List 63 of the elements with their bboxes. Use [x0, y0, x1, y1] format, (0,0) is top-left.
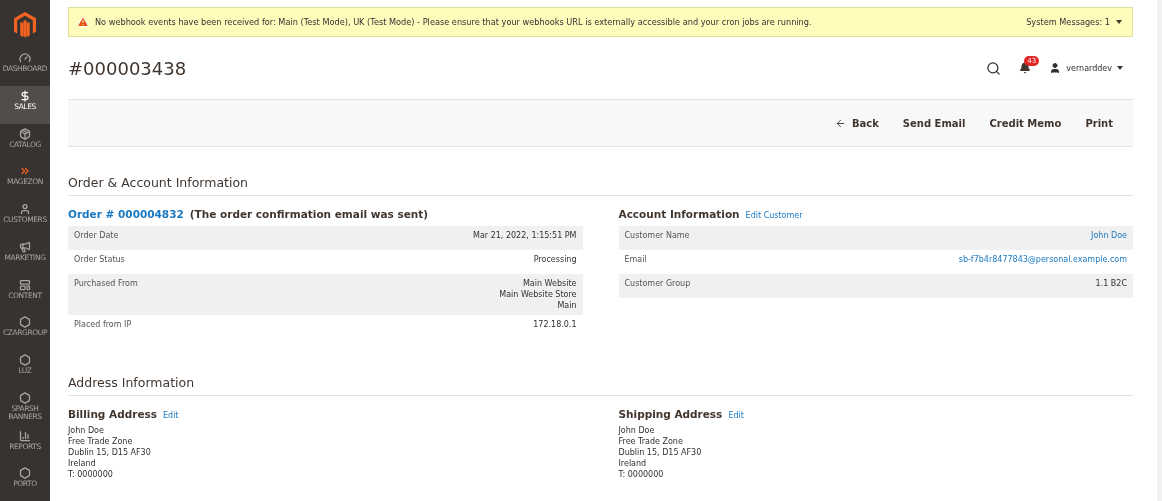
- address-line: Ireland: [618, 459, 648, 468]
- info-link[interactable]: sb-f7b4r8477843@personal.example.com: [958, 255, 1127, 264]
- gauge-icon: [19, 52, 31, 64]
- edit-link[interactable]: Edit: [163, 411, 179, 420]
- info-value: Mar 21, 2022, 1:15:51 PM: [473, 231, 577, 240]
- address-line: Dublin 15, D15 AF30: [68, 448, 152, 457]
- order-note: (The order confirmation email was sent): [189, 208, 429, 220]
- section-title: Address Information: [68, 375, 1133, 396]
- info-value: 172.18.0.1: [533, 320, 577, 329]
- section-title: Order & Account Information: [68, 175, 1133, 196]
- system-messages-toggle[interactable]: System Messages: 1: [1026, 17, 1122, 27]
- address-line: Ireland: [68, 459, 97, 468]
- info-value: Processing: [533, 255, 577, 264]
- address-line: T: 0000000: [68, 470, 114, 479]
- bar-chart-icon: [19, 429, 31, 442]
- hexagon-icon: [19, 391, 31, 404]
- info-label: Customer Group: [624, 279, 691, 290]
- user-menu[interactable]: vernarddev: [1049, 62, 1123, 74]
- panel-title: Shipping Address: [618, 408, 723, 420]
- info-label: Purchased From: [74, 279, 138, 290]
- hexagon-icon: [19, 354, 31, 366]
- user-icon: [1049, 62, 1062, 74]
- address-line: John Doe: [618, 426, 656, 435]
- arrow-left-icon: [834, 117, 846, 129]
- page-title: #000003438: [68, 57, 188, 79]
- info-link[interactable]: John Doe: [1091, 231, 1127, 240]
- search-icon[interactable]: [986, 60, 1002, 76]
- info-value: Main: [557, 301, 577, 310]
- action-button[interactable]: Back: [826, 111, 887, 135]
- info-label: Placed from IP: [74, 320, 132, 331]
- info-label: Email: [624, 255, 647, 266]
- caret-icon: [1117, 66, 1123, 70]
- bell-icon[interactable]: [1019, 62, 1032, 74]
- info-value: Main Website Store: [499, 290, 577, 299]
- action-button[interactable]: Print: [1077, 111, 1121, 135]
- action-button[interactable]: Send Email: [894, 111, 974, 135]
- address-line: T: 0000000: [618, 470, 665, 479]
- info-value: Main Website: [522, 279, 577, 288]
- info-label: Order Status: [74, 255, 125, 266]
- person-icon: [19, 203, 31, 215]
- address-line: Dublin 15, D15 AF30: [618, 448, 703, 457]
- address-line: Free Trade Zone: [618, 437, 684, 446]
- caret-icon: [1116, 20, 1122, 24]
- action-button[interactable]: Credit Memo: [981, 111, 1070, 135]
- panel-title: Billing Address: [68, 408, 157, 420]
- info-label: Order Date: [74, 231, 119, 242]
- address-line: Free Trade Zone: [68, 437, 134, 446]
- order-link[interactable]: Order # 000004832: [68, 208, 184, 220]
- hexagon-icon: [19, 316, 31, 329]
- dollar-icon: [19, 89, 31, 102]
- megaphone-icon: [19, 240, 31, 253]
- system-message-text: No webhook events have been received for: Main (Test Mode), UK (Test Mode) - Please ensure that your webhooks URL is externally accessible and your cron jobs are running.: [95, 17, 813, 27]
- box-icon: [19, 127, 31, 140]
- logo-icon: [14, 12, 36, 38]
- panel-title: Account Information: [618, 208, 740, 220]
- info-label: Customer Name: [624, 231, 690, 242]
- hexagon-icon: [19, 467, 31, 480]
- address-line: John Doe: [68, 426, 105, 435]
- warning-icon: [77, 16, 89, 28]
- info-value: 1.1 B2C: [1095, 279, 1127, 288]
- edit-link[interactable]: Edit: [728, 411, 744, 420]
- edit-customer-link[interactable]: Edit Customer: [745, 211, 803, 220]
- layout-icon: [19, 278, 31, 291]
